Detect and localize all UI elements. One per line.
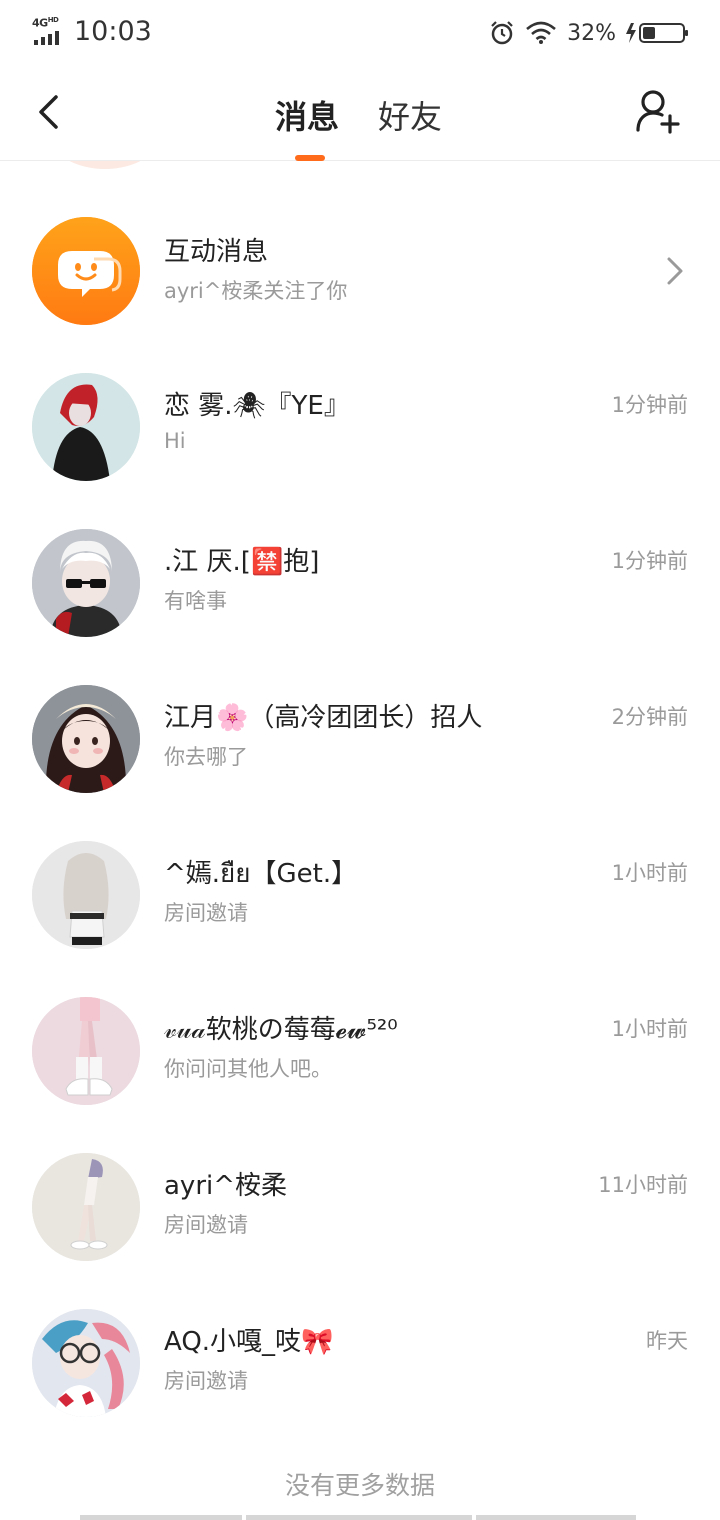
back-button[interactable] [26, 90, 70, 134]
no-more-data-text: 没有更多数据 [284, 1471, 435, 1500]
row-time: 1小时前 [611, 861, 688, 885]
avatar [32, 1309, 140, 1417]
conversation-row[interactable]: 江月🌸（高冷团团长）招人 你去哪了 2分钟前 [0, 661, 720, 817]
conversation-row[interactable]: 恋 雾.🕷『YE』 Hi 1分钟前 [0, 349, 720, 505]
chat-bubble-smile-icon [32, 217, 140, 325]
row-preview: 房间邀请 [164, 1213, 248, 1237]
row-name: ayri^桉柔 [164, 1171, 288, 1201]
conversation-row[interactable]: AQ.小嘎_吱🎀 房间邀请 昨天 [0, 1285, 720, 1441]
conversation-row[interactable]: 𝓋𝓊𝒶软桃の莓莓𝓮𝔀⁵²⁰ 你问问其他人吧。 1小时前 [0, 973, 720, 1129]
avatar [32, 529, 140, 637]
row-time: 11小时前 [598, 1173, 688, 1197]
tab-friends[interactable]: 好友 [378, 92, 442, 138]
conversation-row[interactable]: ^嫣.ยืย【Get.】 房间邀请 1小时前 [0, 817, 720, 973]
row-time: 2分钟前 [611, 705, 688, 729]
row-time: 1分钟前 [611, 393, 688, 417]
add-user-icon [636, 90, 680, 134]
avatar [32, 373, 140, 481]
status-bar: 4GHD 10:03 32% [0, 0, 720, 66]
row-name: .江 厌.[🈲抱] [164, 547, 320, 577]
avatar [32, 1153, 140, 1261]
nav-bar: 消息 好友 [0, 66, 720, 161]
row-preview: 房间邀请 [164, 901, 248, 925]
chevron-right-icon [667, 257, 683, 285]
row-preview: ayri^桉柔关注了你 [164, 279, 348, 303]
row-preview: 你问问其他人吧。 [164, 1057, 332, 1081]
row-preview: Hi [164, 429, 186, 453]
bottom-divider [80, 1515, 640, 1520]
row-name: 恋 雾.🕷『YE』 [164, 391, 350, 421]
message-list: 互动消息 ayri^桉柔关注了你 恋 雾.🕷『YE』 Hi 1分钟前 .江 厌.… [0, 161, 720, 1520]
battery-charging-icon [626, 23, 688, 43]
alarm-icon [491, 21, 513, 45]
avatar [50, 161, 160, 169]
conversation-row[interactable]: ayri^桉柔 房间邀请 11小时前 [0, 1129, 720, 1285]
row-name: ^嫣.ยืย【Get.】 [164, 859, 358, 889]
row-time: 1分钟前 [611, 549, 688, 573]
row-preview: 你去哪了 [164, 745, 248, 769]
avatar [32, 997, 140, 1105]
wifi-icon [526, 21, 556, 44]
row-name: 互动消息 [164, 237, 269, 267]
avatar [32, 841, 140, 949]
avatar [32, 685, 140, 793]
row-name: 𝓋𝓊𝒶软桃の莓莓𝓮𝔀⁵²⁰ [164, 1015, 398, 1045]
conversation-row[interactable]: .江 厌.[🈲抱] 有啥事 1分钟前 [0, 505, 720, 661]
row-preview: 有啥事 [164, 589, 227, 613]
back-arrow-icon [39, 95, 58, 129]
row-name: 江月🌸（高冷团团长）招人 [164, 703, 483, 733]
battery-percent: 32% [567, 20, 616, 46]
row-preview: 房间邀请 [164, 1369, 248, 1393]
row-name: AQ.小嘎_吱🎀 [164, 1327, 334, 1357]
cellular-signal-icon: 4GHD [30, 16, 66, 46]
tab-messages[interactable]: 消息 [275, 92, 339, 138]
status-time: 10:03 [74, 16, 152, 47]
row-time: 1小时前 [611, 1017, 688, 1041]
interaction-messages-row[interactable]: 互动消息 ayri^桉柔关注了你 [0, 193, 720, 349]
add-friend-button[interactable] [634, 88, 682, 136]
row-time: 昨天 [646, 1329, 688, 1353]
